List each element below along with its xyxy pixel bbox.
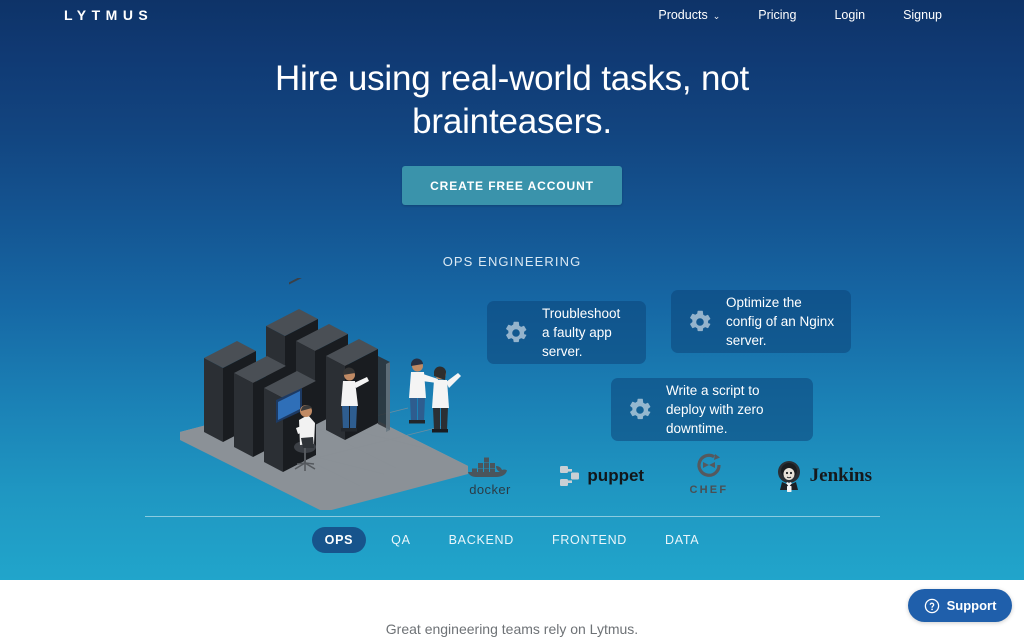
- puppet-label: puppet: [587, 466, 645, 485]
- chevron-down-icon: ⌄: [712, 10, 721, 21]
- tab-ops[interactable]: OPS: [311, 527, 367, 553]
- nav-item-products[interactable]: Products ⌄: [658, 6, 720, 24]
- task-card-text: Optimize the config of an Nginx server.: [726, 295, 835, 348]
- gear-icon: [690, 310, 711, 331]
- puppet-mark-icon: [560, 466, 580, 486]
- chef-label: CHEF: [689, 484, 729, 496]
- navbar: LYTMUS Products ⌄ Pricing Login Signup: [0, 0, 1024, 34]
- logo-chef: CHEF: [690, 452, 729, 500]
- docker-label: docker: [469, 481, 511, 497]
- cta-container: CREATE FREE ACCOUNT: [0, 166, 1024, 205]
- page-root: LYTMUS Products ⌄ Pricing Login Signup H…: [0, 0, 1024, 639]
- tab-backend[interactable]: BACKEND: [436, 527, 527, 553]
- task-card-text: Troubleshoot a faulty app server.: [542, 306, 621, 359]
- task-card-optimize[interactable]: Optimize the config of an Nginx server.: [671, 290, 851, 353]
- nav-item-login[interactable]: Login: [834, 6, 865, 24]
- logo-docker: docker: [466, 453, 514, 500]
- tab-frontend[interactable]: FRONTEND: [539, 527, 640, 553]
- task-card-troubleshoot[interactable]: Troubleshoot a faulty app server.: [487, 301, 646, 364]
- docker-whale-icon: [468, 457, 507, 477]
- jenkins-butler-icon: [777, 461, 800, 492]
- nav-item-signup[interactable]: Signup: [903, 6, 942, 24]
- create-free-account-button[interactable]: CREATE FREE ACCOUNT: [402, 166, 622, 205]
- tech-logos: docker puppet CHEF Jenkins: [466, 452, 872, 500]
- nav-item-pricing[interactable]: Pricing: [758, 6, 796, 24]
- tab-data[interactable]: DATA: [652, 527, 712, 553]
- chef-mark-icon: [697, 453, 721, 477]
- hero-headline: Hire using real-world tasks, not brainte…: [274, 59, 750, 141]
- question-circle-icon: [924, 598, 939, 613]
- brand-logo[interactable]: LYTMUS: [64, 7, 153, 23]
- nav-item-products-label: Products: [658, 8, 708, 22]
- logo-puppet: puppet: [559, 462, 644, 490]
- section-label: OPS ENGINEERING: [442, 254, 582, 269]
- logo-jenkins: Jenkins: [774, 459, 872, 493]
- isometric-datacenter-illustration: [168, 269, 480, 512]
- footer-section: Great engineering teams rely on Lytmus.: [0, 580, 1024, 639]
- support-label: Support: [946, 598, 997, 613]
- footer-tagline: Great engineering teams rely on Lytmus.: [385, 621, 639, 637]
- nav-links: Products ⌄ Pricing Login Signup: [658, 6, 942, 24]
- gear-icon: [506, 321, 527, 342]
- divider: [145, 516, 880, 517]
- task-card-text: Write a script to deploy with zero downt…: [666, 383, 764, 436]
- tab-qa[interactable]: QA: [378, 527, 423, 553]
- category-tabs: OPS QA BACKEND FRONTEND DATA: [0, 527, 1024, 553]
- support-button[interactable]: Support: [908, 589, 1012, 622]
- gear-icon: [630, 398, 651, 419]
- task-card-deploy[interactable]: Write a script to deploy with zero downt…: [611, 378, 813, 441]
- jenkins-label: Jenkins: [809, 465, 872, 486]
